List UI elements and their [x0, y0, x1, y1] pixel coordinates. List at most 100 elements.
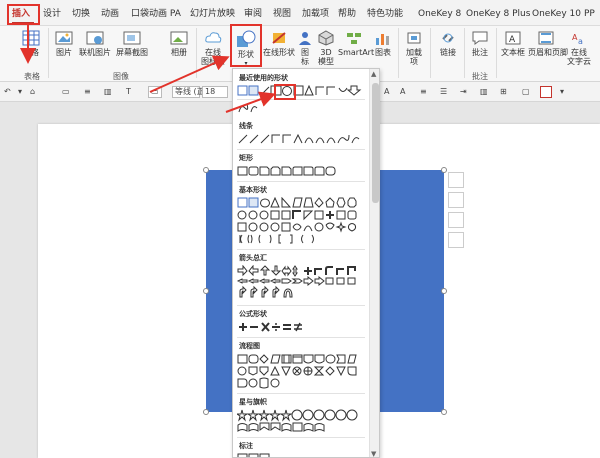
more-icon[interactable]: ▾	[560, 86, 564, 98]
layer-icon[interactable]: ▥	[104, 86, 112, 98]
person-icon	[299, 32, 311, 45]
online-shapes-button[interactable]: 在线形状	[262, 30, 296, 57]
comment-button[interactable]: 批注	[468, 30, 492, 57]
dropdown-scrollbar[interactable]: ▲ ▼	[369, 69, 379, 457]
tab-design[interactable]: 设计	[43, 6, 61, 22]
layout-options-icon[interactable]	[448, 192, 464, 208]
text-icon[interactable]: T	[126, 86, 131, 98]
divider	[237, 337, 365, 338]
recent-shapes-row[interactable]	[237, 85, 365, 97]
screenshot-button[interactable]: 屏幕截图	[115, 30, 149, 57]
picture-icon	[55, 31, 73, 45]
flowchart-grid[interactable]	[237, 353, 365, 389]
resize-handle[interactable]	[441, 409, 447, 415]
tab-onekey8[interactable]: OneKey 8	[418, 6, 461, 22]
tab-help[interactable]: 帮助	[338, 6, 356, 22]
format-painter-icon[interactable]: ⌂	[30, 86, 35, 98]
link-icon	[442, 33, 454, 43]
align-left-icon[interactable]: ≡	[420, 86, 427, 98]
online-shapes-icon	[272, 32, 286, 44]
section-title-recent: 最近使用的形状	[239, 74, 288, 82]
equation-shapes-row[interactable]	[237, 321, 365, 333]
highlight-rectangle-shape	[274, 84, 296, 100]
smartart-icon	[347, 33, 361, 44]
tab-animations[interactable]: 动画	[101, 6, 119, 22]
divider	[237, 99, 365, 100]
tab-review[interactable]: 审阅	[244, 6, 262, 22]
online-text-cloud-button[interactable]: Aa 在线 文字云	[566, 30, 592, 66]
indent-icon[interactable]: ⇥	[460, 86, 467, 98]
tab-slideshow[interactable]: 幻灯片放映	[190, 6, 235, 22]
tab-view[interactable]: 视图	[273, 6, 291, 22]
tab-pp[interactable]: PP	[584, 6, 595, 22]
album-button[interactable]: 相册	[168, 30, 190, 57]
group-separator	[496, 28, 497, 78]
online-picture-button[interactable]: 联机图片	[78, 30, 112, 57]
divider	[237, 249, 365, 250]
icons-button[interactable]: 图 标	[296, 30, 314, 66]
table-button[interactable]: 表格	[20, 30, 42, 57]
crop-icon[interactable]	[448, 232, 464, 248]
header-footer-button[interactable]: 页眉和页脚	[528, 30, 568, 57]
tab-pocket-animation[interactable]: 口袋动画 PA	[131, 6, 181, 22]
scroll-up-icon[interactable]: ▲	[371, 70, 376, 78]
smartart-button[interactable]: SmartArt	[338, 30, 374, 57]
tab-addins[interactable]: 加载项	[302, 6, 329, 22]
shapes-dropdown: 最近使用的形状 线条 矩形 基本形状 箭头总汇 公式形状 流程图 星与旗帜 标注…	[232, 68, 380, 458]
highlight-insert-tab	[7, 4, 40, 25]
stars-grid[interactable]	[237, 409, 365, 433]
addins-button[interactable]: 加载 项	[403, 30, 425, 66]
lines-row[interactable]	[237, 133, 365, 145]
divider	[237, 149, 365, 150]
online-icon-cloud-button[interactable]: 在线 图标云	[200, 30, 226, 66]
new-slide-icon[interactable]: ▭	[62, 86, 70, 98]
tab-onekey8plus[interactable]: OneKey 8 Plus	[466, 6, 530, 22]
select-icon[interactable]: ▢	[522, 86, 530, 98]
callouts-row[interactable]	[237, 453, 365, 458]
album-icon	[170, 31, 188, 45]
resize-handle[interactable]	[203, 288, 209, 294]
columns-icon[interactable]: ▥	[480, 86, 488, 98]
divider	[237, 305, 365, 306]
shape-style-icon[interactable]: ▭	[148, 86, 162, 98]
undo-icon[interactable]: ↶	[4, 86, 11, 98]
tab-transitions[interactable]: 切换	[72, 6, 90, 22]
bold-icon[interactable]: A	[384, 86, 389, 98]
resize-handle[interactable]	[441, 288, 447, 294]
style-icon[interactable]	[448, 212, 464, 228]
tab-onekey10[interactable]: OneKey 10	[532, 6, 581, 22]
addins-icon	[407, 32, 421, 44]
section-title-stars: 星与旗帜	[239, 398, 267, 406]
scroll-thumb[interactable]	[372, 83, 379, 203]
arrows-grid[interactable]	[237, 265, 365, 301]
color-swatch-icon[interactable]	[540, 86, 552, 98]
textbox-button[interactable]: A 文本框	[500, 30, 526, 57]
resize-handle[interactable]	[203, 409, 209, 415]
online-text-label: 在线 文字云	[567, 48, 591, 66]
font-size-field[interactable]: 18	[202, 86, 228, 98]
resize-handle[interactable]	[441, 167, 447, 173]
scroll-down-icon[interactable]: ▼	[371, 450, 376, 457]
chart-button[interactable]: 图表	[372, 30, 394, 57]
tab-features[interactable]: 特色功能	[367, 6, 403, 22]
bullets-icon[interactable]: ☰	[440, 86, 447, 98]
link-button[interactable]: 链接	[436, 30, 460, 57]
arrange-icon[interactable]: ⊞	[500, 86, 507, 98]
online-picture-icon	[86, 31, 104, 45]
align-icon[interactable]: ≡	[84, 86, 91, 98]
3d-models-button[interactable]: 3D 模型	[316, 30, 336, 66]
redo-icon[interactable]: ▾	[18, 86, 22, 98]
picture-button[interactable]: 图片	[53, 30, 75, 57]
svg-text:A: A	[509, 35, 516, 45]
font-grow-icon[interactable]: A	[400, 86, 405, 98]
group-separator	[48, 28, 49, 78]
resize-handle[interactable]	[203, 167, 209, 173]
rectangles-row[interactable]	[237, 165, 365, 177]
section-title-arrows: 箭头总汇	[239, 254, 267, 262]
section-title-callouts: 标注	[239, 442, 253, 450]
header-footer-icon	[538, 31, 554, 45]
recent-shapes-row-2[interactable]	[237, 102, 365, 114]
collapse-icon[interactable]	[448, 172, 464, 188]
basic-shapes-grid[interactable]	[237, 197, 365, 245]
font-name-field[interactable]: 等线 (正	[172, 86, 205, 98]
